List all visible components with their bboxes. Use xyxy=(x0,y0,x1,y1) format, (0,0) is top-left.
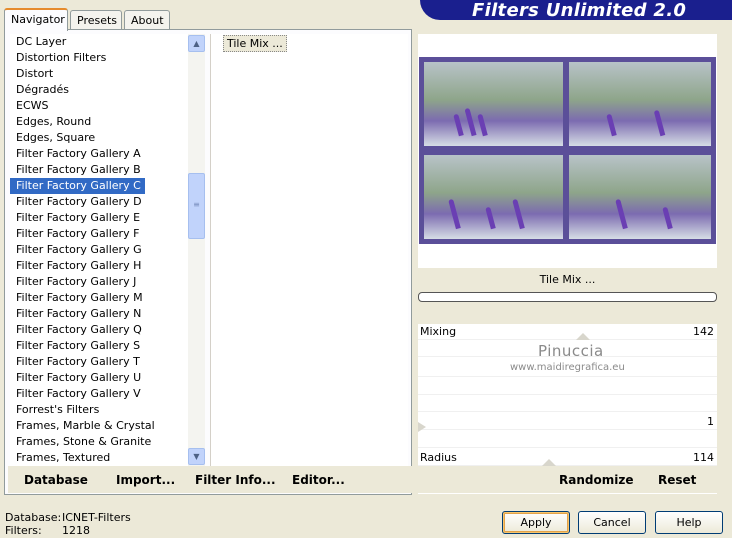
watermark-name: Pinuccia xyxy=(538,342,604,360)
progress-bar xyxy=(418,292,717,302)
preview-tile xyxy=(424,62,563,146)
preview-tile xyxy=(424,155,563,239)
category-scrollbar[interactable]: ▲ ≡ ▼ xyxy=(188,34,205,466)
category-item[interactable]: Frames, Marble & Crystal xyxy=(10,418,188,434)
status-filters-value: 1218 xyxy=(62,524,90,537)
preview-tile xyxy=(569,155,711,239)
param-mixing-label: Mixing xyxy=(420,325,457,338)
category-item[interactable]: Filter Factory Gallery M xyxy=(10,290,188,306)
category-item[interactable]: Edges, Round xyxy=(10,114,188,130)
scroll-down-button[interactable]: ▼ xyxy=(188,448,205,465)
category-list[interactable]: DC Layer Distortion Filters Distort Dégradé… xyxy=(10,34,188,466)
category-item[interactable]: Filter Factory Gallery V xyxy=(10,386,188,402)
category-item[interactable]: Filter Factory Gallery E xyxy=(10,210,188,226)
import-button[interactable]: Import... xyxy=(116,473,175,487)
status-area: Database:ICNET-Filters Filters: 1218 xyxy=(5,511,131,537)
filter-list[interactable]: Tile Mix ... xyxy=(210,34,408,466)
scroll-thumb[interactable]: ≡ xyxy=(188,173,205,239)
category-item[interactable]: Filter Factory Gallery H xyxy=(10,258,188,274)
reset-button[interactable]: Reset xyxy=(658,473,696,487)
param-row-mixing[interactable]: Mixing 142 xyxy=(418,324,717,340)
category-item[interactable]: Filter Factory Gallery T xyxy=(10,354,188,370)
category-item[interactable]: Filter Factory Gallery Q xyxy=(10,322,188,338)
category-item[interactable]: Filter Factory Gallery S xyxy=(10,338,188,354)
category-item[interactable]: Filter Factory Gallery F xyxy=(10,226,188,242)
apply-button[interactable]: Apply xyxy=(502,511,570,534)
slider-marker[interactable] xyxy=(418,422,426,432)
category-item[interactable]: Filter Factory Gallery A xyxy=(10,146,188,162)
watermark-url: www.maidiregrafica.eu xyxy=(510,362,625,373)
cancel-button[interactable]: Cancel xyxy=(578,511,646,534)
tab-navigator[interactable]: Navigator xyxy=(4,8,68,31)
category-item[interactable]: Frames, Textured xyxy=(10,450,188,466)
category-item[interactable]: Frames, Stone & Granite xyxy=(10,434,188,450)
tab-presets[interactable]: Presets xyxy=(70,10,122,30)
status-database-label: Database: xyxy=(5,511,62,524)
category-item[interactable]: Filter Factory Gallery C xyxy=(10,178,145,194)
category-item[interactable]: Dégradés xyxy=(10,82,188,98)
param-value: 1 xyxy=(707,415,714,428)
category-item[interactable]: Edges, Square xyxy=(10,130,188,146)
param-mixing-value: 142 xyxy=(693,325,714,338)
category-item[interactable]: Distortion Filters xyxy=(10,50,188,66)
param-row[interactable] xyxy=(418,379,717,395)
param-row-radius[interactable]: Radius 114 xyxy=(418,450,717,466)
param-row[interactable] xyxy=(418,432,717,448)
preview-toolbar: Randomize Reset xyxy=(418,466,717,493)
editor-button[interactable]: Editor... xyxy=(292,473,345,487)
randomize-button[interactable]: Randomize xyxy=(559,473,633,487)
scroll-up-button[interactable]: ▲ xyxy=(188,35,205,52)
help-button[interactable]: Help xyxy=(655,511,723,534)
param-row[interactable] xyxy=(418,396,717,412)
navigator-toolbar: Database Import... Filter Info... Editor… xyxy=(8,466,412,493)
slider-marker[interactable] xyxy=(576,333,590,340)
database-button[interactable]: Database xyxy=(24,473,88,487)
filter-info-button[interactable]: Filter Info... xyxy=(195,473,276,487)
preview-filter-name: Tile Mix ... xyxy=(539,273,596,286)
filter-item-tile-mix[interactable]: Tile Mix ... xyxy=(223,35,287,52)
category-item[interactable]: Filter Factory Gallery G xyxy=(10,242,188,258)
tab-presets-label: Presets xyxy=(77,14,118,27)
param-radius-label: Radius xyxy=(420,451,457,464)
category-item[interactable]: Filter Factory Gallery J xyxy=(10,274,188,290)
tab-about[interactable]: About xyxy=(124,10,170,30)
status-database-value: ICNET-Filters xyxy=(62,511,131,524)
category-item[interactable]: Filter Factory Gallery D xyxy=(10,194,188,210)
tab-navigator-label: Navigator xyxy=(11,13,65,26)
tab-about-label: About xyxy=(131,14,164,27)
app-title: Filters Unlimited 2.0 xyxy=(472,0,687,21)
category-item[interactable]: Filter Factory Gallery B xyxy=(10,162,188,178)
category-item[interactable]: Filter Factory Gallery N xyxy=(10,306,188,322)
preview-image xyxy=(419,57,716,244)
category-item[interactable]: Distort xyxy=(10,66,188,82)
param-radius-value: 114 xyxy=(693,451,714,464)
category-item[interactable]: Forrest's Filters xyxy=(10,402,188,418)
category-item[interactable]: DC Layer xyxy=(10,34,188,50)
param-row[interactable]: 1 xyxy=(418,414,717,430)
preview-tile xyxy=(569,62,711,146)
category-item[interactable]: Filter Factory Gallery U xyxy=(10,370,188,386)
category-item[interactable]: ECWS xyxy=(10,98,188,114)
status-filters-label: Filters: xyxy=(5,524,42,537)
slider-marker[interactable] xyxy=(542,459,556,466)
